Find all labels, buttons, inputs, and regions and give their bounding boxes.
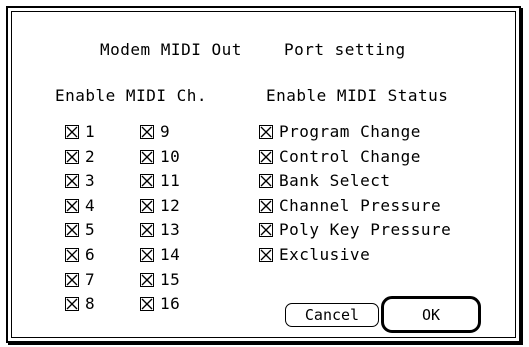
status-program-change-label: Program Change: [279, 122, 421, 141]
status-heading: Enable MIDI Status: [266, 86, 449, 105]
ok-button[interactable]: OK: [385, 300, 477, 329]
dialog-title-right: Port setting: [284, 40, 406, 59]
channel-11-label: 11: [160, 171, 181, 190]
channel-16-row[interactable]: 16: [140, 294, 180, 314]
channel-7-checkbox[interactable]: [65, 273, 79, 287]
channel-4-checkbox[interactable]: [65, 199, 79, 213]
channel-2-label: 2: [85, 147, 96, 166]
channel-2-row[interactable]: 2: [65, 147, 95, 167]
channel-14-row[interactable]: 14: [140, 245, 180, 265]
channel-8-checkbox[interactable]: [65, 297, 79, 311]
channel-3-checkbox[interactable]: [65, 174, 79, 188]
channel-7-label: 7: [85, 270, 96, 289]
dialog-title-left: Modem MIDI Out: [100, 40, 242, 59]
channel-3-label: 3: [85, 171, 96, 190]
status-poly-key-pressure-label: Poly Key Pressure: [279, 220, 452, 239]
channel-15-row[interactable]: 15: [140, 270, 180, 290]
channel-8-label: 8: [85, 294, 96, 313]
channels-heading: Enable MIDI Ch.: [55, 86, 207, 105]
status-bank-select-label: Bank Select: [279, 171, 391, 190]
channel-10-label: 10: [160, 147, 181, 166]
status-program-change-row[interactable]: Program Change: [259, 122, 421, 142]
channel-13-row[interactable]: 13: [140, 220, 180, 240]
status-exclusive-row[interactable]: Exclusive: [259, 245, 370, 265]
channel-5-row[interactable]: 5: [65, 220, 95, 240]
status-poly-key-pressure-checkbox[interactable]: [259, 223, 273, 237]
channel-12-row[interactable]: 12: [140, 196, 180, 216]
channel-9-label: 9: [160, 122, 171, 141]
status-bank-select-row[interactable]: Bank Select: [259, 171, 390, 191]
channel-16-label: 16: [160, 294, 181, 313]
status-exclusive-label: Exclusive: [279, 245, 371, 264]
cancel-button[interactable]: Cancel: [285, 303, 379, 327]
channel-4-label: 4: [85, 196, 96, 215]
channel-1-label: 1: [85, 122, 96, 141]
status-poly-key-pressure-row[interactable]: Poly Key Pressure: [259, 220, 451, 240]
channel-7-row[interactable]: 7: [65, 270, 95, 290]
status-control-change-checkbox[interactable]: [259, 150, 273, 164]
channel-2-checkbox[interactable]: [65, 150, 79, 164]
channel-9-checkbox[interactable]: [140, 125, 154, 139]
channel-14-label: 14: [160, 245, 181, 264]
channel-12-checkbox[interactable]: [140, 199, 154, 213]
channel-1-row[interactable]: 1: [65, 122, 95, 142]
channel-11-row[interactable]: 11: [140, 171, 180, 191]
channel-15-label: 15: [160, 270, 181, 289]
channel-13-checkbox[interactable]: [140, 223, 154, 237]
channel-14-checkbox[interactable]: [140, 248, 154, 262]
status-channel-pressure-checkbox[interactable]: [259, 199, 273, 213]
status-exclusive-checkbox[interactable]: [259, 248, 273, 262]
channel-16-checkbox[interactable]: [140, 297, 154, 311]
channel-8-row[interactable]: 8: [65, 294, 95, 314]
status-channel-pressure-label: Channel Pressure: [279, 196, 442, 215]
channel-9-row[interactable]: 9: [140, 122, 170, 142]
channel-13-label: 13: [160, 220, 181, 239]
channel-15-checkbox[interactable]: [140, 273, 154, 287]
channel-6-label: 6: [85, 245, 96, 264]
channel-10-row[interactable]: 10: [140, 147, 180, 167]
status-channel-pressure-row[interactable]: Channel Pressure: [259, 196, 441, 216]
channel-10-checkbox[interactable]: [140, 150, 154, 164]
channel-6-row[interactable]: 6: [65, 245, 95, 265]
channel-12-label: 12: [160, 196, 181, 215]
status-control-change-label: Control Change: [279, 147, 421, 166]
channel-3-row[interactable]: 3: [65, 171, 95, 191]
channel-11-checkbox[interactable]: [140, 174, 154, 188]
channel-4-row[interactable]: 4: [65, 196, 95, 216]
channel-1-checkbox[interactable]: [65, 125, 79, 139]
channel-5-checkbox[interactable]: [65, 223, 79, 237]
channel-5-label: 5: [85, 220, 96, 239]
status-control-change-row[interactable]: Control Change: [259, 147, 421, 167]
status-program-change-checkbox[interactable]: [259, 125, 273, 139]
channel-6-checkbox[interactable]: [65, 248, 79, 262]
status-bank-select-checkbox[interactable]: [259, 174, 273, 188]
